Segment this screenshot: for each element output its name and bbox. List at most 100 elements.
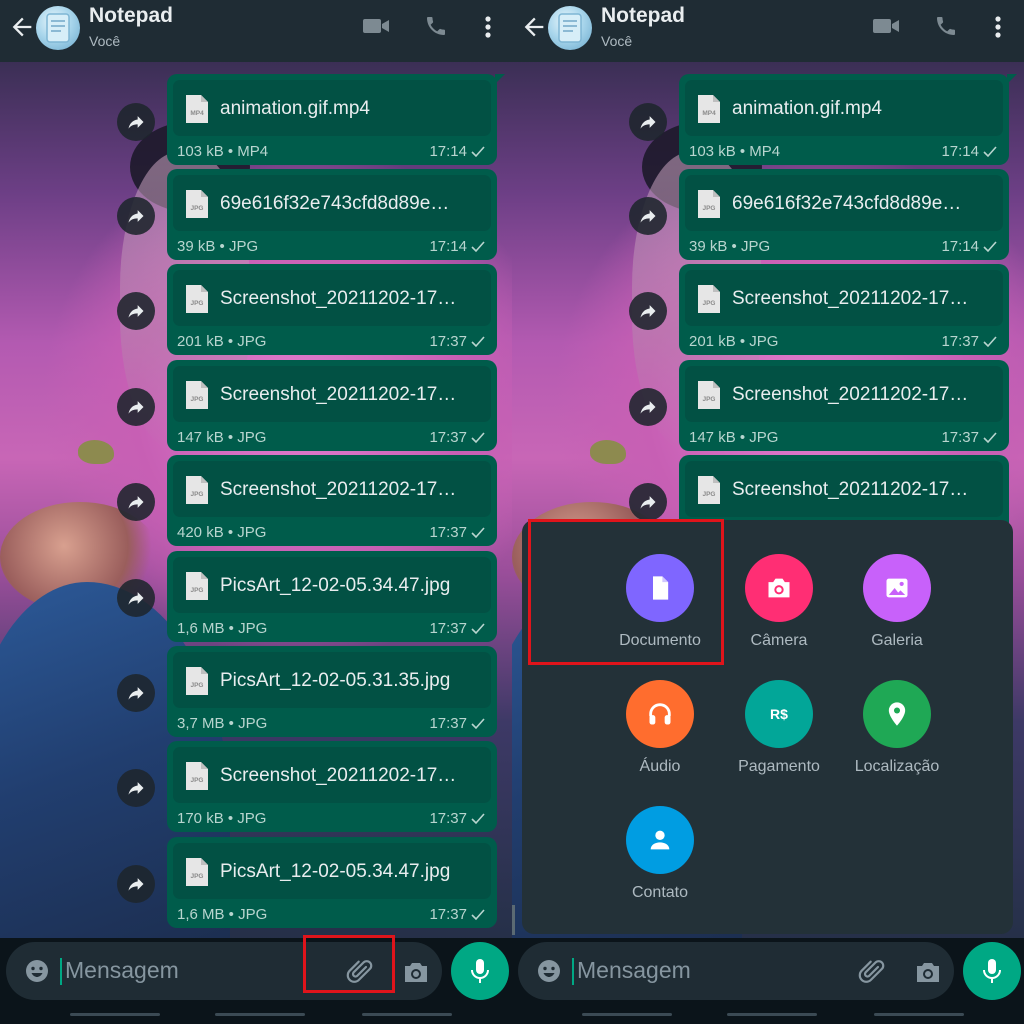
svg-text:R$: R$ (770, 706, 788, 722)
file-attachment[interactable]: JPG Screenshot_20211202-17… (685, 270, 1003, 326)
file-attachment[interactable]: JPG 69e616f32e743cfd8d89e… (685, 175, 1003, 231)
file-type-badge: JPG (702, 491, 715, 498)
file-meta: 3,7 MB • JPG (177, 715, 268, 732)
file-attachment[interactable]: JPG Screenshot_20211202-17… (173, 366, 491, 422)
forward-button[interactable] (117, 103, 155, 141)
camera-icon[interactable] (402, 959, 430, 985)
chat-screen-left: Notepad Você MP4 animation.gif.mp4 103 k… (0, 0, 512, 1024)
file-attachment[interactable]: JPG PicsArt_12-02-05.31.35.jpg (173, 652, 491, 708)
message-bubble[interactable]: JPG PicsArt_12-02-05.34.47.jpg 1,6 MB • … (167, 551, 497, 642)
chat-screen-right: Notepad Você MP4 animation.gif.mp4 103 k… (512, 0, 1024, 1024)
camera-icon (768, 578, 790, 598)
message-bubble[interactable]: JPG Screenshot_20211202-17… 201 kB • JPG… (167, 264, 497, 355)
attach-location-button[interactable]: Localização (842, 680, 952, 790)
message-bubble[interactable]: JPG Screenshot_20211202-17… 420 kB • JPG… (167, 455, 497, 546)
file-attachment[interactable]: JPG PicsArt_12-02-05.34.47.jpg (173, 843, 491, 899)
forward-button[interactable] (629, 483, 667, 521)
chat-title[interactable]: Notepad (601, 4, 685, 28)
audio-circle (626, 680, 694, 748)
voice-call-icon[interactable] (934, 14, 958, 38)
file-name: 69e616f32e743cfd8d89e… (732, 193, 962, 214)
attach-gallery-button[interactable]: Galeria (842, 554, 952, 664)
forward-button[interactable] (629, 197, 667, 235)
file-meta: 103 kB • MP4 (689, 143, 781, 160)
message-bubble[interactable]: JPG Screenshot_20211202-17… 147 kB • JPG… (167, 360, 497, 451)
forward-button[interactable] (117, 769, 155, 807)
back-arrow-icon[interactable] (520, 13, 548, 41)
file-attachment[interactable]: MP4 animation.gif.mp4 (173, 80, 491, 136)
attach-contact-button[interactable]: Contato (605, 806, 715, 916)
file-attachment[interactable]: MP4 animation.gif.mp4 (685, 80, 1003, 136)
message-time: 17:37 (429, 333, 467, 350)
file-attachment[interactable]: JPG PicsArt_12-02-05.34.47.jpg (173, 557, 491, 613)
avatar[interactable] (548, 6, 592, 50)
voice-call-icon[interactable] (424, 14, 448, 38)
forward-button[interactable] (117, 388, 155, 426)
more-options-icon[interactable] (478, 14, 498, 40)
jpg-file-icon: JPG (186, 572, 208, 600)
forward-icon (640, 401, 656, 414)
forward-button[interactable] (629, 103, 667, 141)
delivered-check-icon (471, 146, 485, 158)
jpg-file-icon: JPG (186, 762, 208, 790)
message-bubble[interactable]: JPG PicsArt_12-02-05.34.47.jpg 1,6 MB • … (167, 837, 497, 928)
file-name: Screenshot_20211202-17… (220, 384, 457, 405)
forward-button[interactable] (117, 674, 155, 712)
forward-button[interactable] (629, 388, 667, 426)
forward-button[interactable] (117, 865, 155, 903)
gallery-icon (886, 578, 908, 598)
file-attachment[interactable]: JPG Screenshot_20211202-17… (173, 747, 491, 803)
file-attachment[interactable]: JPG Screenshot_20211202-17… (685, 366, 1003, 422)
forward-icon (128, 687, 144, 700)
delivered-check-icon (471, 813, 485, 825)
message-bubble[interactable]: JPG Screenshot_20211202-17… 170 kB • JPG… (167, 741, 497, 832)
more-options-icon[interactable] (988, 14, 1008, 40)
forward-icon (128, 210, 144, 223)
forward-button[interactable] (117, 579, 155, 617)
forward-icon (640, 305, 656, 318)
attach-payment-button[interactable]: R$ Pagamento (724, 680, 834, 790)
video-call-icon[interactable] (362, 14, 390, 38)
message-bubble[interactable]: JPG Screenshot_20211202-17… 201 kB • JPG… (679, 264, 1009, 355)
chat-title[interactable]: Notepad (89, 4, 173, 28)
message-bubble[interactable]: MP4 animation.gif.mp4 103 kB • MP4 17:14 (167, 74, 505, 165)
delivered-check-icon (983, 336, 997, 348)
nav-home-bar (727, 1013, 817, 1016)
message-bubble[interactable]: MP4 animation.gif.mp4 103 kB • MP4 17:14 (679, 74, 1017, 165)
camera-icon[interactable] (914, 959, 942, 985)
forward-button[interactable] (117, 483, 155, 521)
file-attachment[interactable]: JPG Screenshot_20211202-17… (685, 461, 1003, 517)
mic-button[interactable] (963, 942, 1021, 1000)
file-attachment[interactable]: JPG 69e616f32e743cfd8d89e… (173, 175, 491, 231)
forward-button[interactable] (629, 292, 667, 330)
mic-button[interactable] (451, 942, 509, 1000)
file-name: Screenshot_20211202-17… (220, 288, 457, 309)
attach-camera-button[interactable]: Câmera (724, 554, 834, 664)
delivered-check-icon (471, 909, 485, 921)
forward-icon (128, 116, 144, 129)
message-bubble[interactable]: JPG 69e616f32e743cfd8d89e… 39 kB • JPG 1… (167, 169, 497, 260)
message-input[interactable]: Mensagem (518, 942, 954, 1000)
location-icon (888, 702, 906, 726)
file-attachment[interactable]: JPG Screenshot_20211202-17… (173, 461, 491, 517)
emoji-icon[interactable] (24, 958, 50, 984)
microphone-icon (471, 959, 489, 983)
delivered-check-icon (471, 623, 485, 635)
message-bubble[interactable]: JPG PicsArt_12-02-05.31.35.jpg 3,7 MB • … (167, 646, 497, 737)
back-arrow-icon[interactable] (8, 13, 36, 41)
message-time: 17:37 (429, 810, 467, 827)
forward-button[interactable] (117, 292, 155, 330)
delivered-check-icon (983, 241, 997, 253)
avatar[interactable] (36, 6, 80, 50)
video-call-icon[interactable] (872, 14, 900, 38)
file-attachment[interactable]: JPG Screenshot_20211202-17… (173, 270, 491, 326)
file-type-badge: MP4 (702, 110, 716, 117)
message-time: 17:37 (941, 429, 979, 446)
message-bubble[interactable]: JPG Screenshot_20211202-17… 147 kB • JPG… (679, 360, 1009, 451)
attach-audio-button[interactable]: Áudio (605, 680, 715, 790)
emoji-icon[interactable] (536, 958, 562, 984)
forward-button[interactable] (117, 197, 155, 235)
message-bubble[interactable]: JPG 69e616f32e743cfd8d89e… 39 kB • JPG 1… (679, 169, 1009, 260)
nav-recent-bar (874, 1013, 964, 1016)
attach-clip-icon[interactable] (858, 958, 886, 986)
